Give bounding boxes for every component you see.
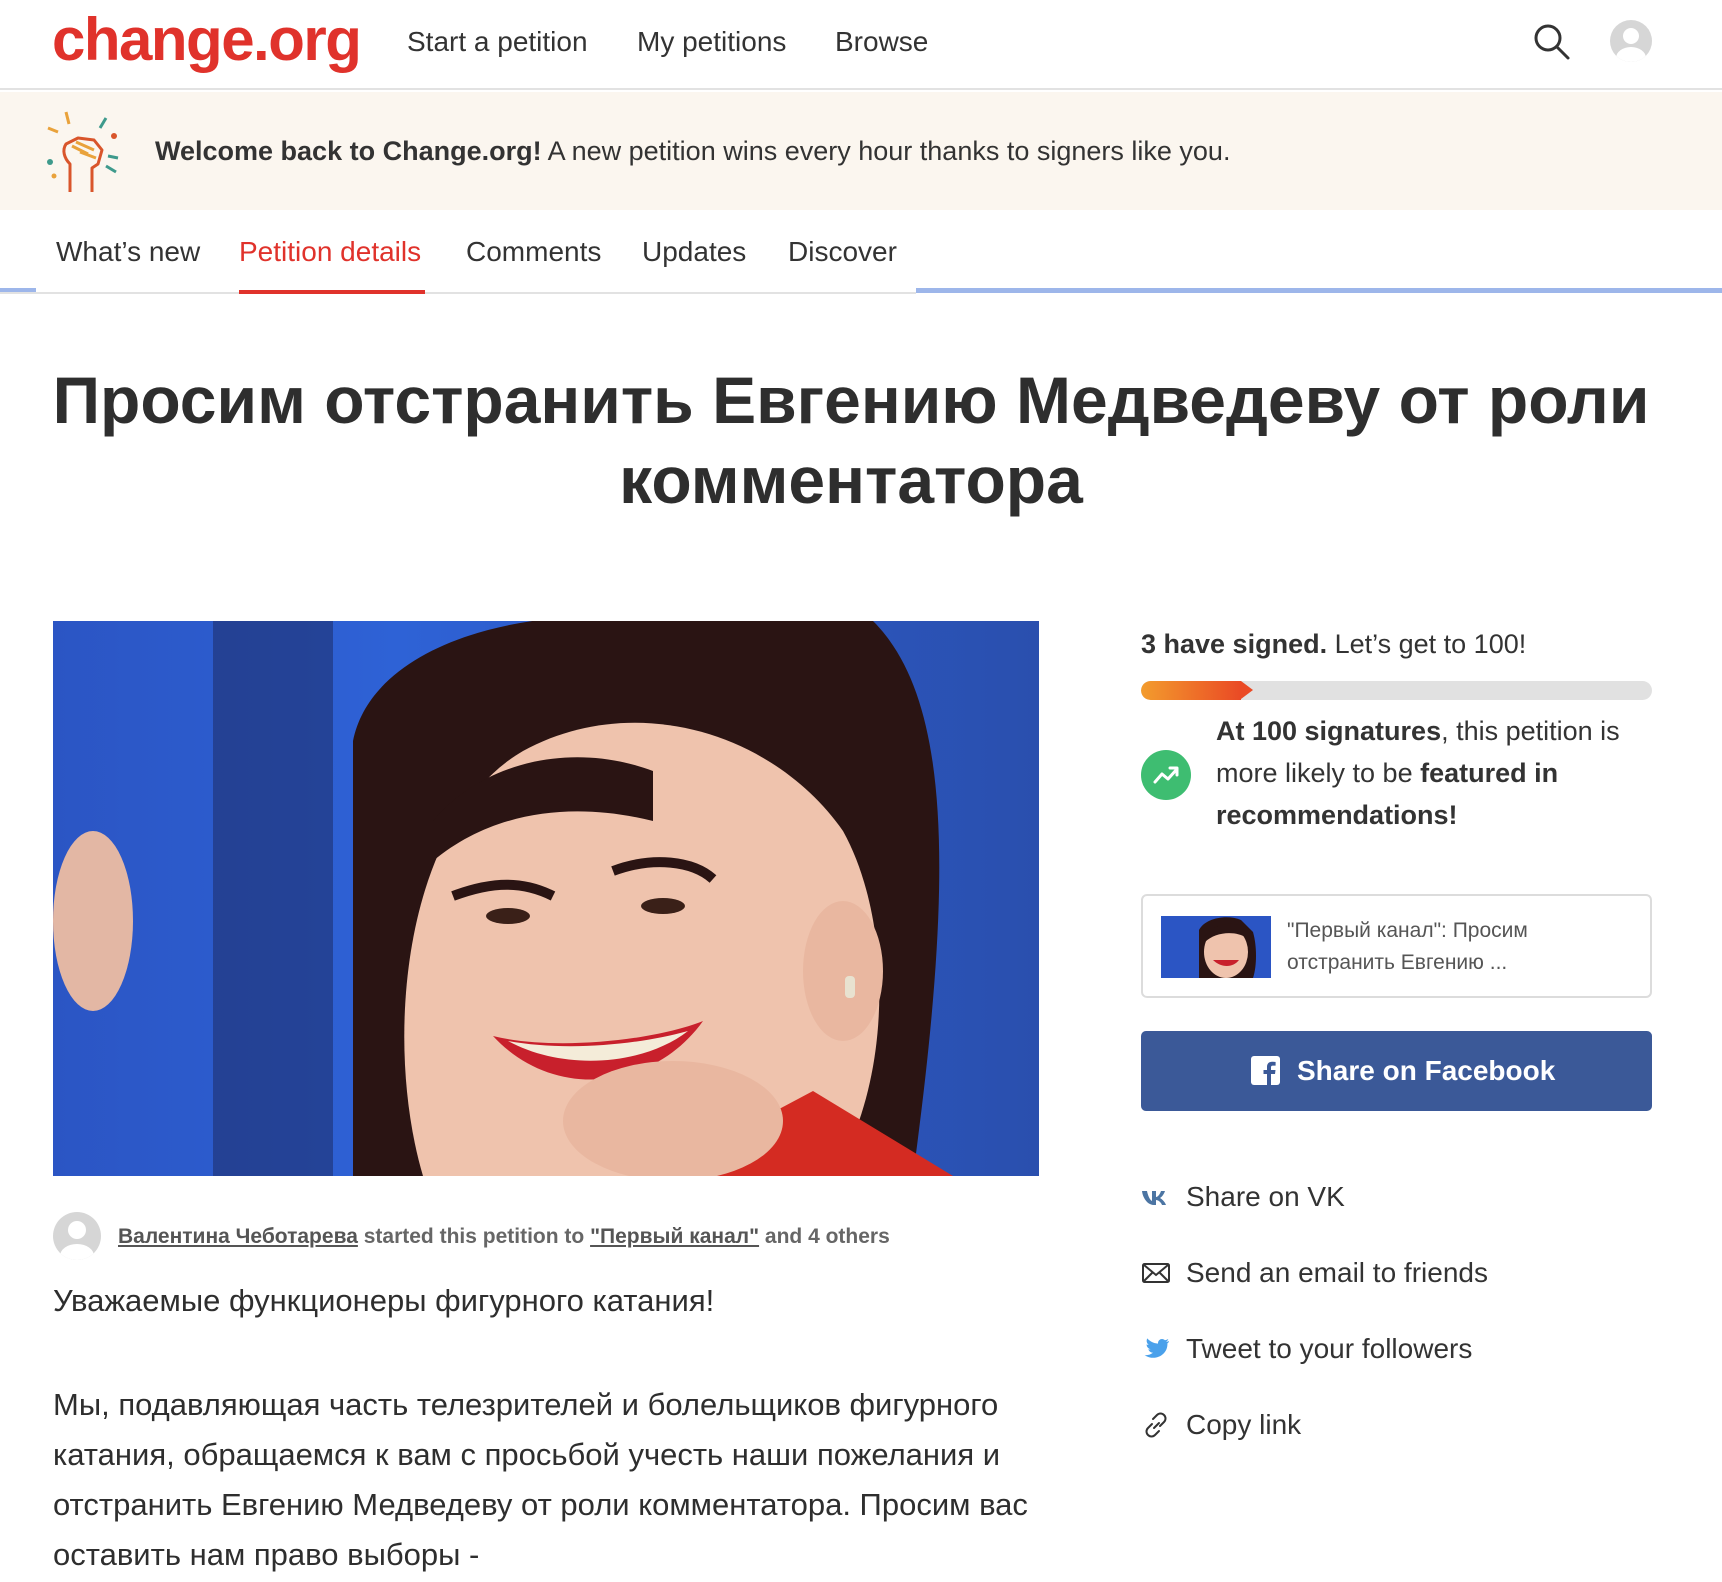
signed-goal-text: Let’s get to 100! [1327, 629, 1527, 659]
vk-icon [1141, 1183, 1171, 1211]
search-icon[interactable] [1532, 22, 1572, 62]
nav-browse[interactable]: Browse [835, 24, 928, 60]
petition-starter: Валентина Чеботарева started this petiti… [53, 1212, 1033, 1260]
and-text: and [759, 1225, 809, 1248]
progress-tip [1241, 681, 1253, 699]
tabs-divider [0, 292, 916, 294]
tweet-label: Tweet to your followers [1186, 1333, 1473, 1364]
active-tab-indicator [239, 290, 425, 294]
user-avatar-icon [53, 1212, 101, 1260]
tab-comments[interactable]: Comments [466, 234, 601, 270]
tweet-option[interactable]: Tweet to your followers [1141, 1329, 1652, 1369]
signature-count: 3 have signed. Let’s get to 100! [1141, 626, 1526, 662]
tab-whats-new[interactable]: What’s new [56, 234, 200, 270]
tab-discover[interactable]: Discover [788, 234, 897, 270]
preview-text: "Первый канал": Просим отстранить Евгени… [1287, 919, 1528, 974]
milestone-bold: At 100 signatures [1216, 716, 1442, 746]
share-on-vk-option[interactable]: Share on VK [1141, 1177, 1652, 1217]
copy-link-option[interactable]: Copy link [1141, 1405, 1652, 1445]
signature-progress-bar [1141, 681, 1652, 700]
user-avatar-icon[interactable] [1610, 20, 1652, 62]
starter-name-link[interactable]: Валентина Чеботарева [118, 1225, 358, 1248]
envelope-icon [1141, 1259, 1171, 1287]
top-navigation-bar: change.org Start a petition My petitions… [0, 0, 1722, 90]
raised-fist-illustration-icon [36, 106, 128, 198]
preview-thumbnail [1161, 916, 1271, 978]
share-preview-card[interactable]: "Первый канал": Просим отстранить Евгени… [1141, 894, 1652, 998]
share-vk-label: Share on VK [1186, 1181, 1345, 1212]
send-email-option[interactable]: Send an email to friends [1141, 1253, 1652, 1293]
progress-fill [1141, 681, 1241, 700]
signed-count-text: 3 have signed. [1141, 629, 1328, 659]
petition-photo[interactable] [53, 621, 1039, 1176]
milestone-message: At 100 signatures, this petition is more… [1216, 710, 1656, 836]
welcome-subtitle: A new petition wins every hour thanks to… [541, 136, 1231, 166]
welcome-title: Welcome back to Change.org! [155, 136, 542, 166]
nav-start-a-petition[interactable]: Start a petition [407, 24, 588, 60]
share-on-facebook-button[interactable]: Share on Facebook [1141, 1031, 1652, 1111]
petition-tabs: What’s new Petition details Comments Upd… [0, 210, 1722, 294]
trending-up-icon [1141, 750, 1191, 800]
facebook-button-label: Share on Facebook [1297, 1055, 1556, 1086]
started-text: started this petition to [357, 1225, 591, 1248]
link-icon [1141, 1411, 1171, 1439]
petition-greeting: Уважаемые функционеры фигурного катания! [53, 1283, 715, 1318]
facebook-icon [1251, 1056, 1280, 1085]
welcome-banner: Welcome back to Change.org! A new petiti… [0, 92, 1722, 210]
decision-maker-link[interactable]: "Первый канал" [590, 1225, 759, 1248]
petition-title: Просим отстранить Евгению Медведеву от р… [52, 363, 1650, 517]
starter-line: Валентина Чеботарева started this petiti… [118, 1224, 890, 1250]
nav-my-petitions[interactable]: My petitions [637, 24, 786, 60]
petition-paragraph: Мы, подавляющая часть телезрителей и бол… [53, 1387, 1028, 1572]
others-link[interactable]: 4 others [808, 1225, 890, 1248]
tab-updates[interactable]: Updates [642, 234, 746, 270]
change-org-logo[interactable]: change.org [52, 4, 362, 76]
copy-link-label: Copy link [1186, 1409, 1302, 1440]
send-email-label: Send an email to friends [1186, 1257, 1488, 1288]
tab-petition-details[interactable]: Petition details [239, 234, 421, 270]
tabs-divider [916, 288, 1722, 293]
welcome-message: Welcome back to Change.org! A new petiti… [155, 134, 1230, 168]
twitter-bird-icon [1141, 1335, 1171, 1363]
